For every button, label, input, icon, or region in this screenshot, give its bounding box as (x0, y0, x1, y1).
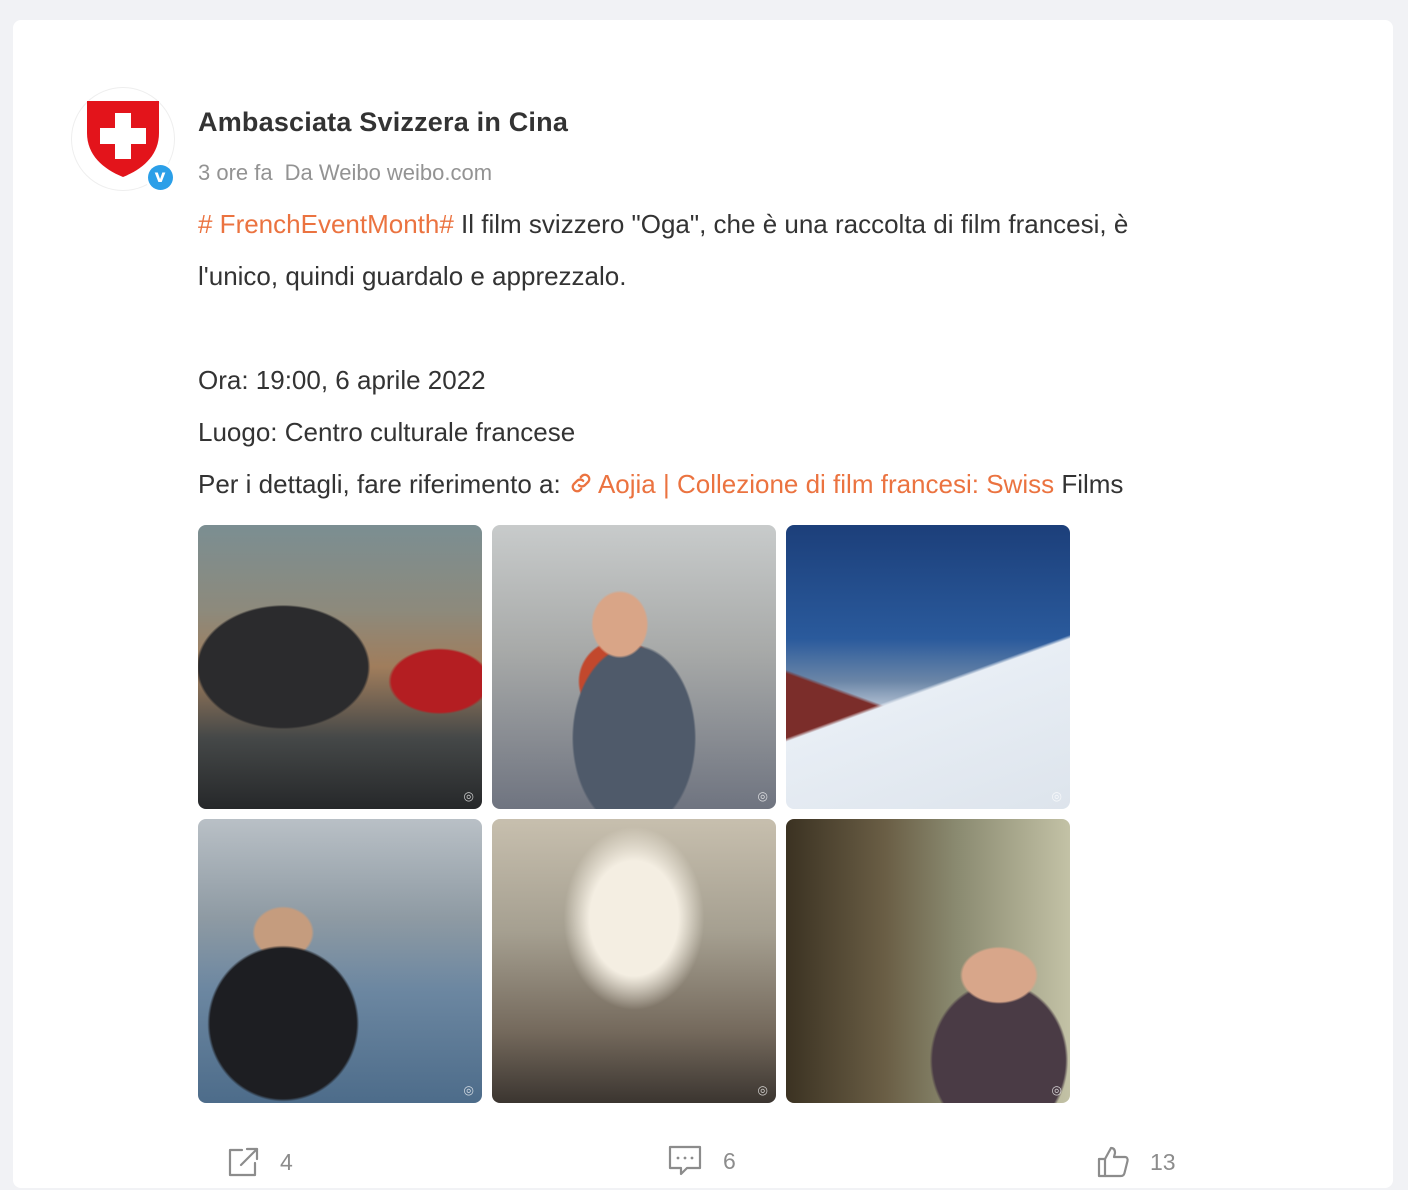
comment-button[interactable]: 6 (667, 1144, 736, 1178)
details-prefix: Per i dettagli, fare riferimento a: (198, 469, 568, 499)
details-link-text: Aojia | Collezione di film francesi: Swi… (597, 469, 1055, 499)
photo-suisse-jacket[interactable]: ◎ (198, 819, 482, 1103)
comment-icon (668, 1145, 702, 1176)
like-button[interactable]: 13 (1096, 1145, 1176, 1179)
author-name[interactable]: Ambasciata Svizzera in Cina (198, 107, 568, 138)
event-place: Luogo: Centro culturale francese (198, 417, 576, 447)
weibo-watermark-icon: ◎ (757, 1083, 768, 1097)
photo-gymnasts-talking[interactable]: ◎ (198, 525, 482, 809)
post-text: # FrenchEventMonth# Il film svizzero "Og… (198, 198, 1288, 510)
like-count: 13 (1150, 1148, 1176, 1175)
weibo-watermark-icon: ◎ (1051, 1083, 1062, 1097)
link-icon (571, 473, 591, 493)
weibo-watermark-icon: ◎ (1051, 789, 1062, 803)
like-icon (1097, 1146, 1129, 1178)
post-meta: 3 ore fa Da Weibo weibo.com (198, 160, 492, 186)
photo-hug[interactable]: ◎ (492, 525, 776, 809)
weibo-watermark-icon: ◎ (463, 1083, 474, 1097)
action-bar: 4 6 13 (13, 1138, 1393, 1188)
weibo-watermark-icon: ◎ (463, 789, 474, 803)
share-button[interactable]: 4 (226, 1146, 293, 1178)
post-source: Da Weibo weibo.com (284, 160, 493, 185)
photo-snowy-track[interactable]: ◎ (786, 525, 1070, 809)
photo-uneven-bars[interactable]: ◎ (492, 819, 776, 1103)
hashtag-link[interactable]: # FrenchEventMonth# (198, 209, 454, 239)
post-time[interactable]: 3 ore fa (198, 160, 273, 185)
details-link[interactable]: Aojia | Collezione di film francesi: Swi… (568, 469, 1054, 499)
event-time: Ora: 19:00, 6 aprile 2022 (198, 365, 486, 395)
share-icon (228, 1147, 259, 1177)
comment-count: 6 (723, 1147, 736, 1174)
verified-icon: v (145, 162, 175, 192)
photo-girl-portrait[interactable]: ◎ (786, 819, 1070, 1103)
weibo-post-card: v Ambasciata Svizzera in Cina 3 ore fa Da… (13, 20, 1393, 1188)
text-line-1: Il film svizzero "Oga", che è una raccol… (453, 209, 1129, 239)
text-line-2: l'unico, quindi guardalo e apprezzalo. (198, 261, 627, 291)
details-suffix: Films (1054, 469, 1124, 499)
weibo-watermark-icon: ◎ (757, 789, 768, 803)
photo-grid: ◎ ◎ ◎ ◎ ◎ ◎ (198, 525, 1070, 1103)
share-count: 4 (280, 1148, 293, 1175)
